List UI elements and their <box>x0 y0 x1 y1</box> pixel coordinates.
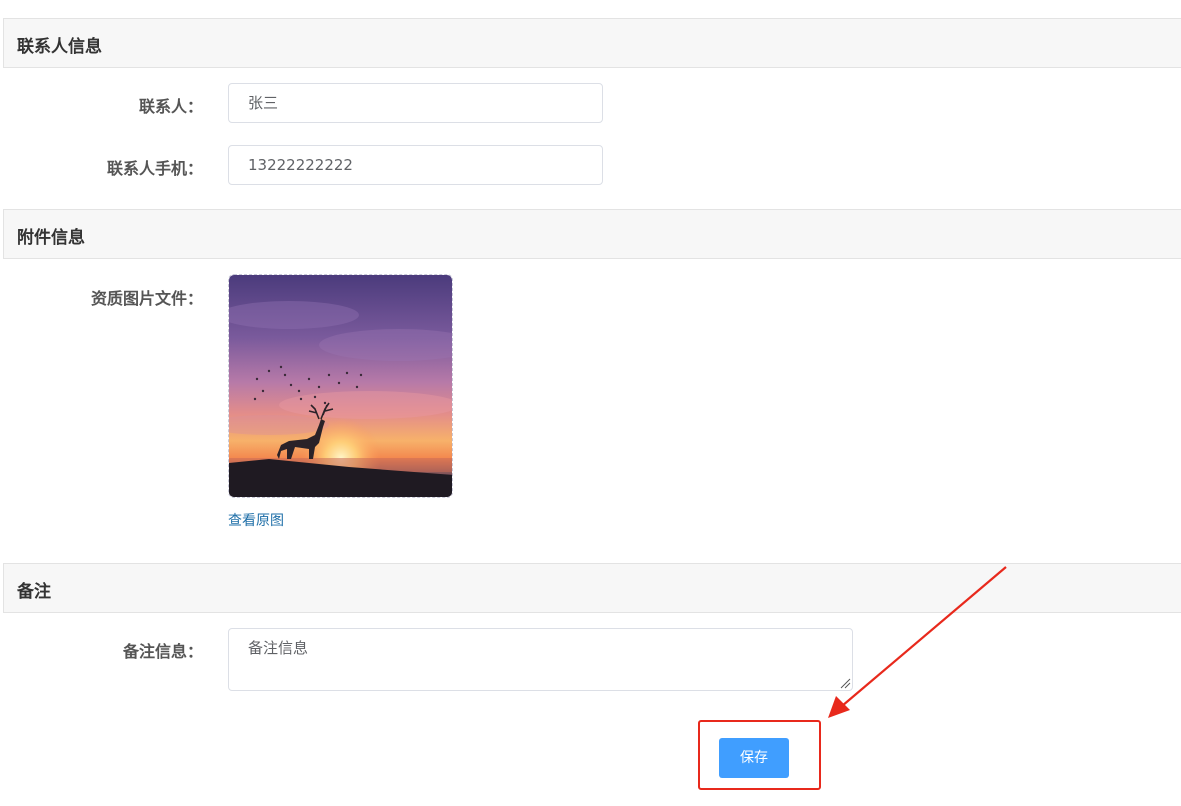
remarks-textarea[interactable]: 备注信息 <box>228 628 853 691</box>
contact-phone-label: 联系人手机： <box>106 159 203 178</box>
contact-input[interactable]: 张三 <box>228 83 603 123</box>
qualification-image-label: 资质图片文件： <box>90 289 203 308</box>
save-button[interactable]: 保存 <box>719 738 789 778</box>
remarks-section-title: 备注 <box>17 582 51 602</box>
contact-phone-input[interactable]: 13222222222 <box>228 145 603 185</box>
contact-section-title: 联系人信息 <box>17 37 102 57</box>
attachment-section-header: 附件信息 <box>3 209 1181 259</box>
remarks-placeholder: 备注信息 <box>248 639 309 657</box>
attachment-section-title: 附件信息 <box>17 228 85 248</box>
resize-handle-icon[interactable] <box>839 677 851 689</box>
view-original-image-link[interactable]: 查看原图 <box>228 510 284 530</box>
qualification-image-thumbnail[interactable] <box>228 274 453 498</box>
contact-section-header: 联系人信息 <box>3 18 1181 68</box>
contact-label: 联系人： <box>138 97 203 116</box>
remarks-label: 备注信息： <box>122 642 203 661</box>
remarks-section-header: 备注 <box>3 563 1181 613</box>
sunset-deer-image <box>229 275 452 497</box>
